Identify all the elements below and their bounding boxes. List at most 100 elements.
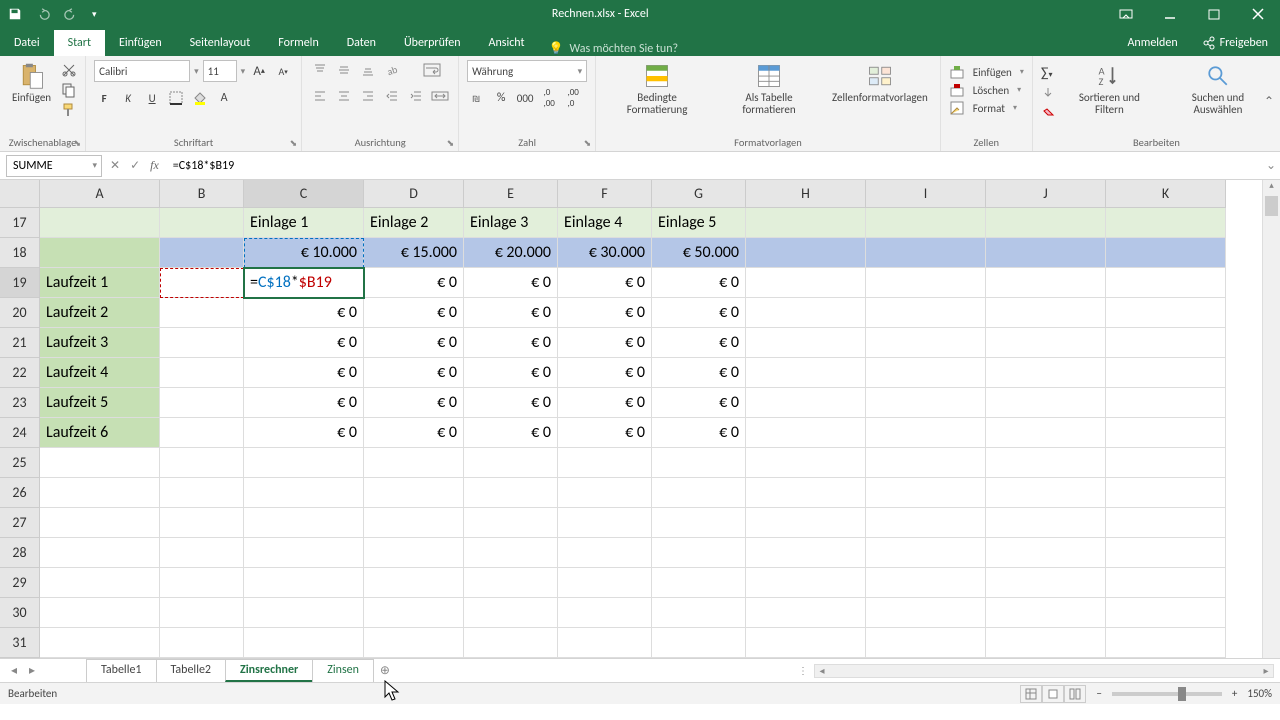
column-header-D[interactable]: D [364,180,464,208]
cell[interactable] [1106,268,1226,298]
cell[interactable] [986,478,1106,508]
find-select[interactable]: Suchen und Auswählen [1164,60,1272,118]
cell[interactable]: € 0 [652,358,746,388]
cell[interactable]: Einlage 4 [558,208,652,238]
cell[interactable]: Laufzeit 5 [40,388,160,418]
underline-button[interactable]: U [142,88,162,108]
cell[interactable] [160,208,244,238]
tab-formulas[interactable]: Formeln [264,30,332,56]
cell[interactable]: € 0 [652,328,746,358]
insert-cells[interactable]: Einfügen▾ [949,64,1024,80]
format-cells[interactable]: Format▾ [949,100,1017,116]
tab-file[interactable]: Datei [0,30,54,56]
clear-icon[interactable] [1041,103,1055,117]
cell[interactable] [986,388,1106,418]
cell[interactable] [160,358,244,388]
cell[interactable] [866,448,986,478]
cell[interactable]: € 0 [558,268,652,298]
cell[interactable] [986,598,1106,628]
cell[interactable] [746,328,866,358]
cell[interactable]: € 0 [558,328,652,358]
cell[interactable] [160,628,244,658]
cell[interactable] [746,538,866,568]
cell[interactable]: Laufzeit 4 [40,358,160,388]
sheet-nav-first-icon[interactable]: ◂ [6,663,22,678]
cell[interactable] [160,508,244,538]
cell[interactable]: € 0 [244,388,364,418]
cell[interactable] [558,478,652,508]
cell[interactable] [746,418,866,448]
cut-icon[interactable] [61,62,77,78]
cell[interactable]: =C$18*$B19 [244,268,364,298]
cell[interactable] [866,568,986,598]
cell[interactable]: € 0 [652,388,746,418]
cell[interactable] [464,628,558,658]
cell[interactable] [364,478,464,508]
column-header-A[interactable]: A [40,180,160,208]
align-top-icon[interactable] [310,60,330,80]
cell[interactable] [866,208,986,238]
redo-icon[interactable] [64,7,78,21]
cell[interactable] [364,448,464,478]
cell[interactable]: Laufzeit 6 [40,418,160,448]
merge-icon[interactable] [430,86,450,106]
cell[interactable] [652,478,746,508]
cell[interactable] [364,598,464,628]
row-header-20[interactable]: 20 [0,298,40,328]
cell[interactable] [244,448,364,478]
cell[interactable]: € 0 [244,418,364,448]
tab-layout[interactable]: Seitenlayout [176,30,265,56]
tab-review[interactable]: Überprüfen [390,30,475,56]
align-center-icon[interactable] [334,86,354,106]
cell[interactable] [746,388,866,418]
sheet-tab-tabelle2[interactable]: Tabelle2 [156,659,227,682]
cell[interactable] [464,448,558,478]
cell[interactable]: € 0 [244,298,364,328]
wrap-text-icon[interactable] [422,60,442,80]
fill-color-icon[interactable] [190,88,210,108]
cell[interactable] [160,538,244,568]
cell[interactable] [866,298,986,328]
cell[interactable]: € 0 [244,328,364,358]
cell[interactable] [1106,358,1226,388]
delete-cells[interactable]: Löschen▾ [949,82,1021,98]
column-header-C[interactable]: C [244,180,364,208]
column-header-E[interactable]: E [464,180,558,208]
sheet-nav-last-icon[interactable]: ▸ [24,663,40,678]
minimize-icon[interactable] [1148,0,1192,28]
add-sheet-icon[interactable]: ⊕ [373,663,397,678]
row-header-29[interactable]: 29 [0,568,40,598]
cell[interactable] [160,598,244,628]
cell[interactable]: € 0 [464,388,558,418]
cell[interactable] [746,568,866,598]
cell[interactable] [160,388,244,418]
inc-decimal-icon[interactable]: ,0,00 [539,88,559,108]
align-bottom-icon[interactable] [358,60,378,80]
cell[interactable] [1106,238,1226,268]
align-middle-icon[interactable] [334,60,354,80]
italic-button[interactable]: K [118,88,138,108]
indent-inc-icon[interactable] [406,86,426,106]
horizontal-scrollbar[interactable]: ◂▸ [814,664,1274,678]
cell[interactable] [464,508,558,538]
cell[interactable] [746,478,866,508]
row-header-18[interactable]: 18 [0,238,40,268]
cell[interactable]: Einlage 1 [244,208,364,238]
cell[interactable] [464,598,558,628]
column-header-I[interactable]: I [866,180,986,208]
formula-input[interactable]: =C$18*$B19 [167,159,1262,173]
font-size[interactable]: 11 [203,60,237,82]
cell[interactable] [1106,538,1226,568]
tab-data[interactable]: Daten [333,30,390,56]
cell[interactable]: Laufzeit 2 [40,298,160,328]
comma-icon[interactable]: 000 [515,88,535,108]
tell-me[interactable]: 💡 Was möchten Sie tun? [539,41,1116,56]
cell[interactable] [866,418,986,448]
cell[interactable] [244,628,364,658]
cell[interactable]: € 0 [558,418,652,448]
view-layout-icon[interactable] [1042,685,1064,703]
cell[interactable] [364,628,464,658]
cell[interactable] [160,238,244,268]
cell[interactable] [866,598,986,628]
save-icon[interactable] [8,7,22,21]
